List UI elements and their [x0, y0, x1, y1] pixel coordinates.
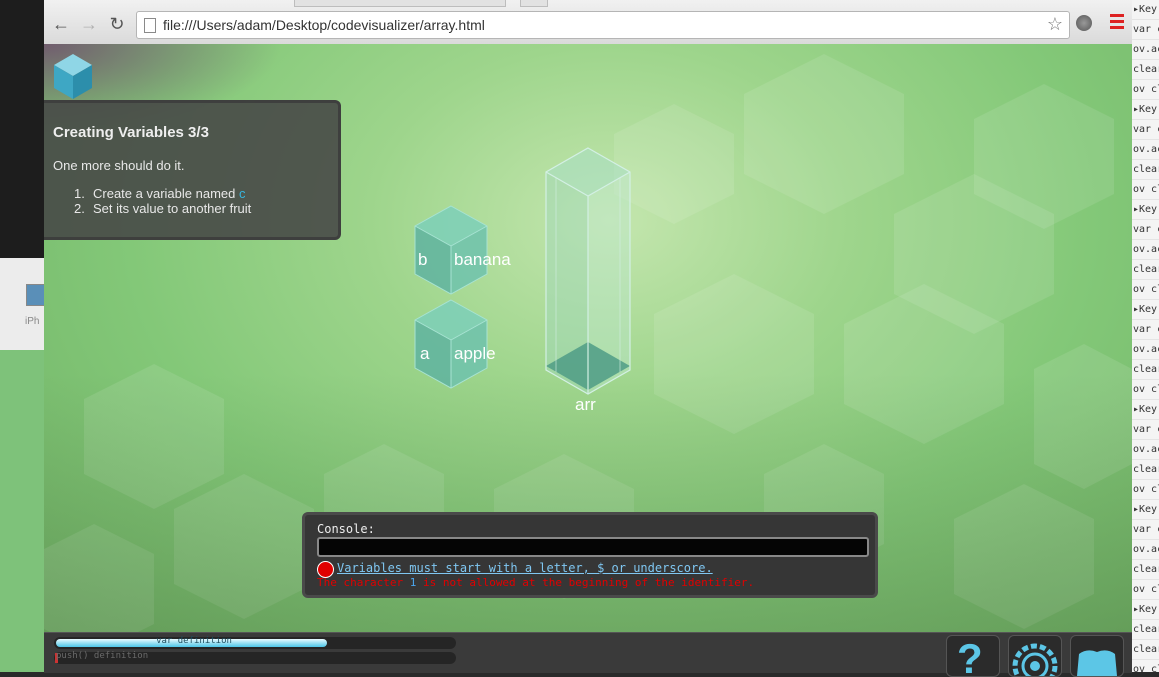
log-line: ov.ac [1132, 40, 1159, 60]
log-line: clear [1132, 260, 1159, 280]
log-line: clear [1132, 620, 1159, 640]
lesson-steps: 1. Create a variable named c 2. Set its va… [74, 186, 251, 216]
log-line: ▸Key [1132, 600, 1159, 620]
log-line: ov cl [1132, 380, 1159, 400]
question-mark-icon: ? [957, 635, 983, 677]
variable-value-label: banana [454, 250, 511, 269]
log-line: ov cl [1132, 580, 1159, 600]
log-line: ov.ac [1132, 240, 1159, 260]
settings-button[interactable] [1008, 635, 1062, 677]
progress-var-definition: var definition [54, 636, 456, 649]
log-line: ▸Key [1132, 0, 1159, 20]
progress-push-definition: push() definition [54, 651, 456, 664]
new-tab-button[interactable] [520, 0, 548, 7]
lesson-step: 2. Set its value to another fruit [74, 201, 252, 216]
reload-icon[interactable]: ↻ [106, 14, 128, 34]
log-line: ov.ac [1132, 440, 1159, 460]
bottom-bar: var definition push() definition ? [44, 632, 1132, 677]
book-icon [1077, 650, 1117, 676]
variable-value-label: apple [454, 344, 496, 363]
lesson-step: 1. Create a variable named c [74, 186, 246, 201]
variable-name-label: b [418, 250, 428, 269]
log-line: ov.ac [1132, 340, 1159, 360]
cube-logo-icon[interactable] [52, 52, 94, 102]
error-message-link[interactable]: Variables must start with a letter, $ or… [337, 561, 713, 575]
desktop-left-strip: iPh [0, 0, 46, 672]
browser-window: ← → ↻ file:///Users/adam/Desktop/codevis… [44, 0, 1132, 677]
app-thumbnail-label: iPh [25, 316, 40, 327]
lesson-panel: Creating Variables 3/3 One more should d… [44, 100, 341, 240]
log-line: var c [1132, 120, 1159, 140]
bookmark-star-icon[interactable]: ☆ [1047, 14, 1063, 35]
app-thumbnail-icon [26, 284, 46, 306]
log-line: ov cl [1132, 480, 1159, 500]
gear-icon [1012, 643, 1058, 676]
page-viewport: Creating Variables 3/3 One more should d… [44, 44, 1132, 632]
log-line: var c [1132, 420, 1159, 440]
url-text[interactable]: file:///Users/adam/Desktop/codevisualize… [163, 17, 485, 33]
log-line: clear [1132, 360, 1159, 380]
variable-name-label: a [420, 344, 430, 363]
log-line: ▸Key [1132, 200, 1159, 220]
log-line: var c [1132, 20, 1159, 40]
progress-label: var definition [156, 636, 232, 646]
log-line: clear [1132, 560, 1159, 580]
back-arrow-icon[interactable]: ← [50, 14, 72, 34]
desktop-window-fragment [0, 350, 44, 672]
log-line: clear [1132, 640, 1159, 660]
array-name-label: arr [575, 395, 596, 414]
log-line: ov cl [1132, 280, 1159, 300]
log-line: clear [1132, 160, 1159, 180]
address-bar[interactable]: file:///Users/adam/Desktop/codevisualize… [136, 11, 1070, 39]
error-detail: The character 1 is not allowed at the be… [317, 576, 755, 589]
log-line: ov.ac [1132, 540, 1159, 560]
lesson-text: One more should do it. [53, 158, 185, 173]
log-line: var c [1132, 220, 1159, 240]
book-button[interactable] [1070, 635, 1124, 677]
extension-icon[interactable] [1076, 15, 1092, 31]
log-line: var c [1132, 520, 1159, 540]
devtools-log-strip: ▸Keyvar cov.acclearov cl▸Keyvar cov.accl… [1132, 0, 1159, 672]
console-panel: Console: Variables must start with a let… [302, 512, 878, 598]
log-line: clear [1132, 60, 1159, 80]
browser-tab[interactable] [294, 0, 506, 7]
log-line: ▸Key [1132, 100, 1159, 120]
progress-label: push() definition [56, 651, 149, 661]
log-line: var c [1132, 320, 1159, 340]
log-line: ▸Key [1132, 500, 1159, 520]
log-line: clear [1132, 460, 1159, 480]
log-line: ov cl [1132, 660, 1159, 672]
lesson-title: Creating Variables 3/3 [53, 124, 209, 141]
array-container[interactable] [544, 146, 636, 398]
log-line: ▸Key [1132, 300, 1159, 320]
console-input[interactable] [317, 537, 869, 557]
log-line: ▸Key [1132, 400, 1159, 420]
console-label: Console: [317, 522, 375, 536]
page-icon [144, 18, 156, 33]
log-line: ov cl [1132, 180, 1159, 200]
help-button[interactable]: ? [946, 635, 1000, 677]
forward-arrow-icon[interactable]: → [78, 14, 100, 34]
browser-toolbar: ← → ↻ file:///Users/adam/Desktop/codevis… [44, 0, 1132, 45]
log-line: ov.ac [1132, 140, 1159, 160]
menu-icon[interactable] [1110, 14, 1124, 32]
log-line: ov cl [1132, 80, 1159, 100]
